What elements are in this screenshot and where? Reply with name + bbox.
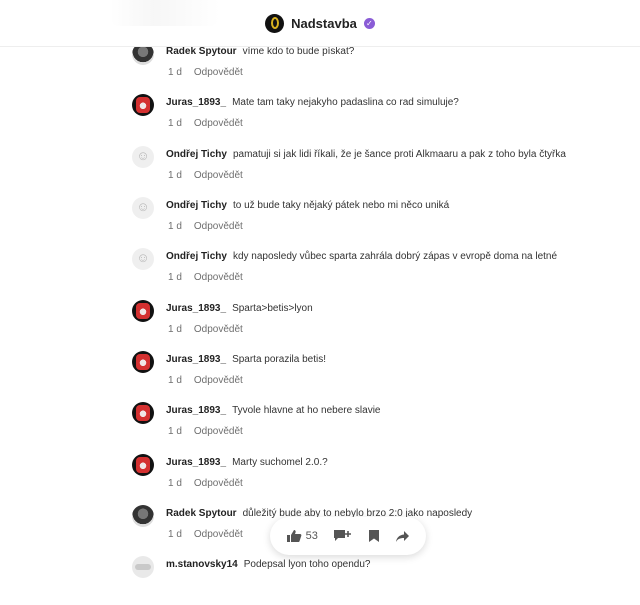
avatar[interactable] <box>132 146 154 168</box>
header-fade <box>110 0 220 26</box>
avatar[interactable] <box>132 402 154 424</box>
reply-button[interactable]: Odpovědět <box>194 375 243 386</box>
comment-author[interactable]: Ondřej Tichy <box>166 149 227 160</box>
top-bar: Nadstavba ✓ <box>0 0 640 47</box>
comment-age: 1 d <box>168 170 182 181</box>
avatar[interactable] <box>132 556 154 578</box>
like-icon <box>286 530 301 542</box>
reply-button[interactable]: Odpovědět <box>194 221 243 232</box>
comment: m.stanovsky14 Podepsal lyon toho opendu? <box>132 556 612 605</box>
bookmark-button[interactable] <box>368 529 380 543</box>
reply-button[interactable]: Odpovědět <box>194 529 243 540</box>
comment-age: 1 d <box>168 529 182 540</box>
publication-logo[interactable] <box>265 13 285 33</box>
comment-age: 1 d <box>168 221 182 232</box>
share-icon <box>396 530 410 542</box>
comment-text: pamatuji si jak lidi říkali, že je šance… <box>232 149 566 160</box>
reply-button[interactable]: Odpovědět <box>194 324 243 335</box>
bookmark-icon <box>369 530 380 542</box>
comment-text: víme kdo to bude pískat? <box>242 46 355 57</box>
comment-author[interactable]: Radek Spytour <box>166 46 237 57</box>
comment-text: Marty suchomel 2.0.? <box>232 457 328 468</box>
comment-author[interactable]: Ondřej Tichy <box>166 251 227 262</box>
avatar[interactable] <box>132 300 154 322</box>
avatar[interactable] <box>132 94 154 116</box>
avatar[interactable] <box>132 248 154 270</box>
comment: Ondřej Tichy kdy naposledy vůbec sparta z… <box>132 248 612 297</box>
comment-age: 1 d <box>168 324 182 335</box>
reply-button[interactable]: Odpovědět <box>194 118 243 129</box>
comment-text: Sparta porazila betis! <box>232 354 327 365</box>
comment: Juras_1893_ Marty suchomel 2.0.? 1 d Odpov… <box>132 454 612 503</box>
avatar[interactable] <box>132 351 154 373</box>
share-button[interactable] <box>395 530 410 543</box>
comment-text: to už bude taky nějaký pátek nebo mi něc… <box>232 200 450 211</box>
comment-age: 1 d <box>168 272 182 283</box>
comment-text: Tyvole hlavne at ho nebere slavie <box>232 405 381 416</box>
comment-author[interactable]: Juras_1893_ <box>166 405 226 416</box>
comment-age: 1 d <box>168 478 182 489</box>
comment-button[interactable] <box>333 529 353 543</box>
comment: Juras_1893_ Mate tam taky nejakyho padasl… <box>132 94 612 143</box>
avatar[interactable] <box>132 197 154 219</box>
comment-text: Mate tam taky nejakyho padaslina co rad … <box>232 97 459 108</box>
verified-badge-icon: ✓ <box>363 17 375 29</box>
reply-button[interactable]: Odpovědět <box>194 67 243 78</box>
comment-text: Sparta>betis>lyon <box>232 303 313 314</box>
reply-button[interactable]: Odpovědět <box>194 478 243 489</box>
comment: Radek Spytour víme kdo to bude pískat? 1 … <box>132 43 612 92</box>
like-button[interactable]: 53 <box>286 529 318 543</box>
comment: Ondřej Tichy pamatuji si jak lidi říkali,… <box>132 146 612 195</box>
like-count: 53 <box>305 530 318 542</box>
reply-button[interactable]: Odpovědět <box>194 170 243 181</box>
comment-age: 1 d <box>168 67 182 78</box>
avatar[interactable] <box>132 505 154 527</box>
comment-author[interactable]: Ondřej Tichy <box>166 200 227 211</box>
comment: Juras_1893_ Sparta porazila betis! 1 d Odp… <box>132 351 612 400</box>
comment-age: 1 d <box>168 375 182 386</box>
reply-button[interactable]: Odpovědět <box>194 272 243 283</box>
comment: Juras_1893_ Tyvole hlavne at ho nebere sl… <box>132 402 612 451</box>
comment-author[interactable]: Juras_1893_ <box>166 457 226 468</box>
post-action-bar: 53 <box>270 517 426 555</box>
comment: Juras_1893_ Sparta>betis>lyon 1 d Odpovědě… <box>132 300 612 349</box>
comment-age: 1 d <box>168 118 182 129</box>
comment-author[interactable]: Juras_1893_ <box>166 354 226 365</box>
comment-author[interactable]: Juras_1893_ <box>166 97 226 108</box>
reply-button[interactable]: Odpovědět <box>194 426 243 437</box>
comment-add-icon <box>334 530 352 541</box>
comment-text: Podepsal lyon toho opendu? <box>243 559 371 570</box>
comment-author[interactable]: Radek Spytour <box>166 508 237 519</box>
comment: Ondřej Tichy to už bude taky nějaký pátek… <box>132 197 612 246</box>
avatar[interactable] <box>132 454 154 476</box>
comment-author[interactable]: m.stanovsky14 <box>166 559 238 570</box>
publication-name[interactable]: Nadstavba <box>291 16 357 31</box>
comment-author[interactable]: Juras_1893_ <box>166 303 226 314</box>
comment-age: 1 d <box>168 426 182 437</box>
comment-text: kdy naposledy vůbec sparta zahrála dobrý… <box>232 251 558 262</box>
